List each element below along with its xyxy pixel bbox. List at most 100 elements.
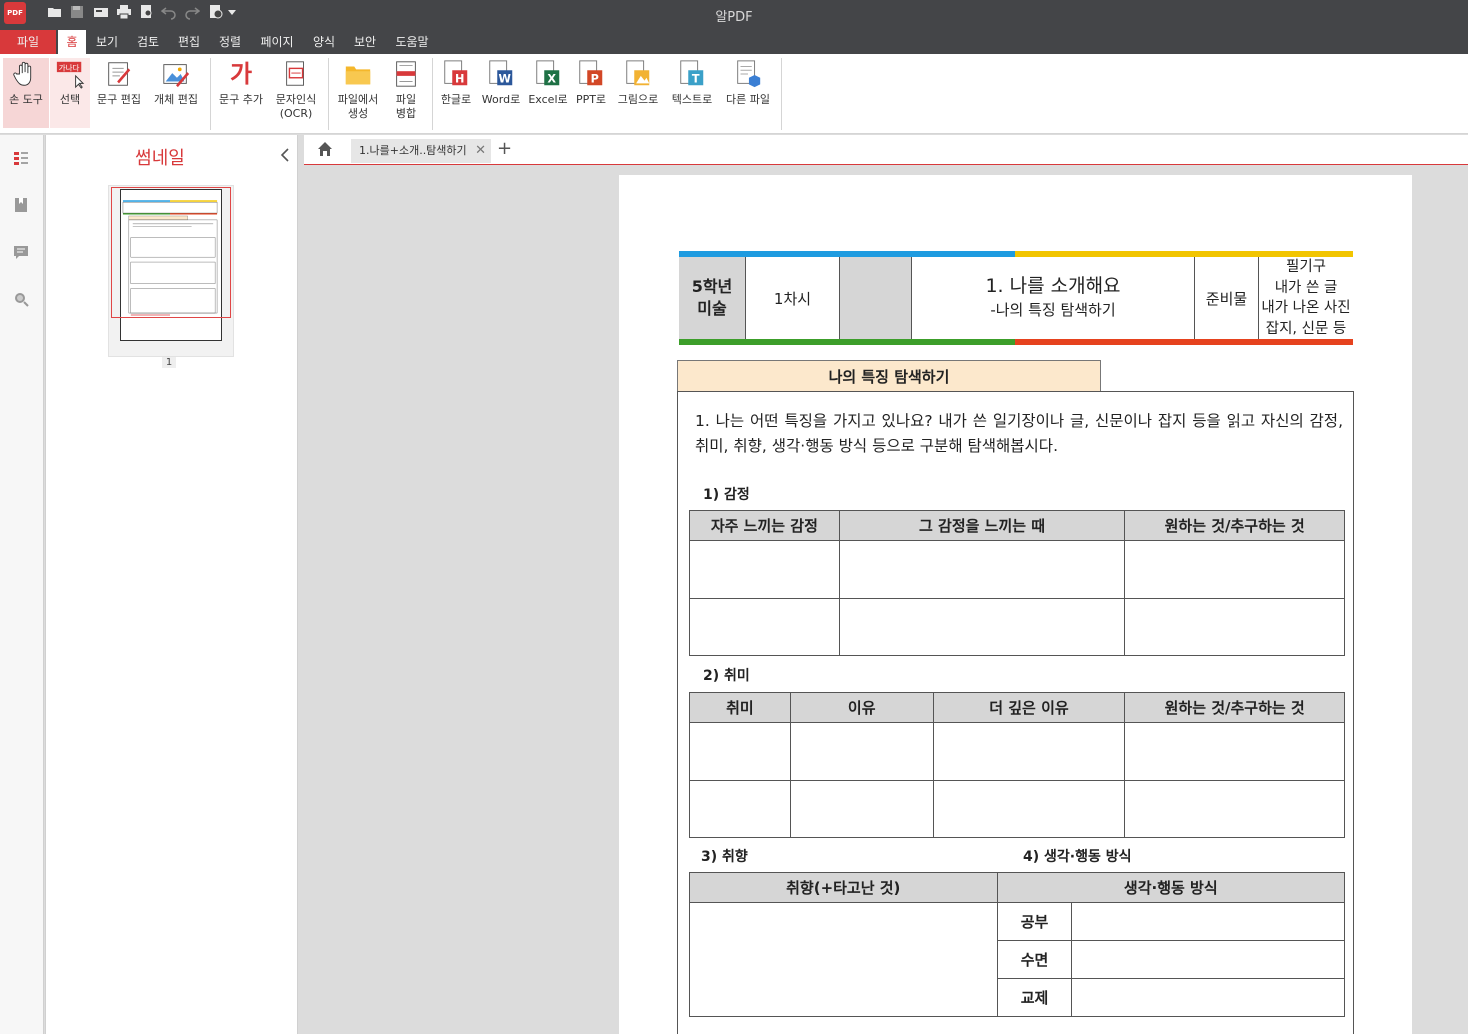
materials-label-cell: 준비물 bbox=[1195, 257, 1259, 339]
period-cell: 1차시 bbox=[746, 257, 840, 339]
hobby-col-reason: 이유 bbox=[789, 692, 934, 723]
hobby-table: 취미 이유 더 깊은 이유 원하는 것/추구하는 것 bbox=[689, 692, 1345, 838]
create-label-2: 생성 bbox=[347, 107, 369, 120]
new-tab-button[interactable]: + bbox=[497, 138, 512, 159]
menu-form[interactable]: 양식 bbox=[307, 30, 341, 54]
bookmark-panel-icon[interactable] bbox=[11, 195, 31, 215]
excel-file-icon: X bbox=[532, 58, 564, 90]
material-item: 잡지, 신문 등 bbox=[1265, 320, 1347, 337]
search-panel-icon[interactable] bbox=[11, 289, 31, 309]
table-cell[interactable] bbox=[689, 540, 840, 599]
taste-behavior-table: 취향(+타고난 것) 생각·행동 방식 공부 수면 교제 bbox=[689, 872, 1346, 1017]
behavior-col: 생각·행동 방식 bbox=[996, 872, 1346, 903]
other-file-button[interactable]: 다른 파일 bbox=[721, 58, 775, 128]
merge-icon bbox=[390, 58, 422, 90]
hobby-col-want: 원하는 것/추구하는 것 bbox=[1124, 692, 1345, 723]
thumbnail-panel-icon[interactable] bbox=[11, 149, 31, 169]
side-panel-strip bbox=[0, 135, 44, 1034]
other-file-label: 다른 파일 bbox=[726, 93, 770, 106]
menu-help[interactable]: 도움말 bbox=[389, 30, 435, 54]
to-word-button[interactable]: W Word로 bbox=[480, 58, 522, 128]
table-cell[interactable] bbox=[689, 722, 791, 781]
section-title: 나의 특징 탐색하기 bbox=[677, 360, 1101, 391]
menu-file[interactable]: 파일 bbox=[0, 30, 56, 54]
emotion-table: 자주 느끼는 감정 그 감정을 느끼는 때 원하는 것/추구하는 것 bbox=[689, 510, 1345, 656]
table-cell[interactable] bbox=[1124, 780, 1345, 838]
to-text-button[interactable]: T 텍스트로 bbox=[667, 58, 717, 128]
select-button[interactable]: 가나다 선택 bbox=[50, 58, 90, 128]
table-cell[interactable] bbox=[689, 780, 791, 838]
excel-label: Excel로 bbox=[528, 93, 568, 106]
to-image-button[interactable]: 그림으로 bbox=[613, 58, 663, 128]
material-item: 내가 쓴 글 bbox=[1274, 279, 1338, 296]
hand-icon bbox=[10, 58, 42, 90]
table-cell[interactable] bbox=[1124, 722, 1345, 781]
taste-cell[interactable] bbox=[689, 902, 998, 1017]
table-cell[interactable] bbox=[689, 598, 840, 656]
menu-home[interactable]: 홈 bbox=[58, 30, 86, 54]
object-edit-icon bbox=[160, 58, 192, 90]
ocr-label: 문자인식 bbox=[275, 93, 317, 106]
text-edit-button[interactable]: 문구 편집 bbox=[93, 58, 145, 128]
menu-review[interactable]: 검토 bbox=[131, 30, 165, 54]
table-cell[interactable] bbox=[789, 780, 934, 838]
to-hangul-button[interactable]: H 한글로 bbox=[437, 58, 475, 128]
to-ppt-button[interactable]: P PPT로 bbox=[573, 58, 609, 128]
image-file-icon bbox=[622, 58, 654, 90]
hand-tool-button[interactable]: 손 도구 bbox=[3, 58, 49, 128]
table-cell[interactable] bbox=[1124, 540, 1345, 599]
svg-text:X: X bbox=[547, 72, 556, 85]
ocr-icon bbox=[280, 58, 312, 90]
menu-page[interactable]: 페이지 bbox=[254, 30, 300, 54]
close-tab-icon[interactable]: ✕ bbox=[475, 139, 486, 163]
table-cell[interactable] bbox=[932, 722, 1126, 781]
folder-icon bbox=[342, 58, 374, 90]
behavior-row-social: 교제 bbox=[996, 978, 1073, 1017]
text-edit-label: 문구 편집 bbox=[97, 93, 141, 106]
document-viewport[interactable]: 5학년 미술 1차시 1. 나를 소개해요 -나의 특징 탐색하기 준비물 필기… bbox=[304, 166, 1468, 1034]
menu-arrange[interactable]: 정렬 bbox=[213, 30, 247, 54]
comment-panel-icon[interactable] bbox=[11, 242, 31, 262]
select-text-icon: 가나다 bbox=[54, 58, 86, 90]
table-cell[interactable] bbox=[789, 722, 934, 781]
table-cell[interactable] bbox=[1071, 940, 1345, 979]
emotion-col-want: 원하는 것/추구하는 것 bbox=[1124, 510, 1345, 541]
merge-files-button[interactable]: 파일 병합 bbox=[387, 58, 425, 128]
blank-cell bbox=[840, 257, 912, 339]
ppt-file-icon: P bbox=[575, 58, 607, 90]
window-title: 알PDF bbox=[715, 10, 753, 25]
menu-edit[interactable]: 편집 bbox=[172, 30, 206, 54]
behavior-row-sleep: 수면 bbox=[996, 940, 1073, 979]
table-cell[interactable] bbox=[838, 598, 1126, 656]
home-icon[interactable] bbox=[317, 141, 333, 157]
grade-label: 5학년 bbox=[691, 277, 733, 296]
collapse-panel-icon[interactable] bbox=[278, 148, 292, 162]
table-cell[interactable] bbox=[932, 780, 1126, 838]
table-cell[interactable] bbox=[1071, 902, 1345, 941]
hobby-col-deeper-reason: 더 깊은 이유 bbox=[932, 692, 1126, 723]
material-item: 필기구 bbox=[1285, 259, 1327, 275]
select-label: 선택 bbox=[59, 93, 81, 106]
emotion-heading: 1) 감정 bbox=[703, 487, 750, 503]
add-text-button[interactable]: 가 문구 추가 bbox=[214, 58, 268, 128]
to-excel-button[interactable]: X Excel로 bbox=[527, 58, 569, 128]
menu-view[interactable]: 보기 bbox=[90, 30, 124, 54]
title-cell: 1. 나를 소개해요 -나의 특징 탐색하기 bbox=[912, 257, 1195, 339]
ocr-button[interactable]: 문자인식 (OCR) bbox=[271, 58, 321, 128]
lesson-header: 5학년 미술 1차시 1. 나를 소개해요 -나의 특징 탐색하기 준비물 필기… bbox=[679, 251, 1353, 345]
material-item: 내가 나온 사진 bbox=[1261, 300, 1351, 316]
create-from-file-button[interactable]: 파일에서 생성 bbox=[333, 58, 383, 128]
emotion-col-when: 그 감정을 느끼는 때 bbox=[838, 510, 1126, 541]
taste-col: 취향(+타고난 것) bbox=[689, 872, 998, 903]
hand-tool-label: 손 도구 bbox=[9, 93, 43, 106]
menu-security[interactable]: 보안 bbox=[348, 30, 382, 54]
table-cell[interactable] bbox=[838, 540, 1126, 599]
thumbnail-panel: 썸네일 1 bbox=[45, 135, 298, 1034]
document-tab[interactable]: 1.나를+소개..탐색하기 ✕ bbox=[351, 139, 491, 163]
pdf-page: 5학년 미술 1차시 1. 나를 소개해요 -나의 특징 탐색하기 준비물 필기… bbox=[619, 175, 1412, 1034]
object-edit-button[interactable]: 개체 편집 bbox=[149, 58, 203, 128]
table-cell[interactable] bbox=[1071, 978, 1345, 1017]
svg-text:W: W bbox=[499, 72, 512, 85]
svg-text:P: P bbox=[591, 72, 599, 85]
table-cell[interactable] bbox=[1124, 598, 1345, 656]
